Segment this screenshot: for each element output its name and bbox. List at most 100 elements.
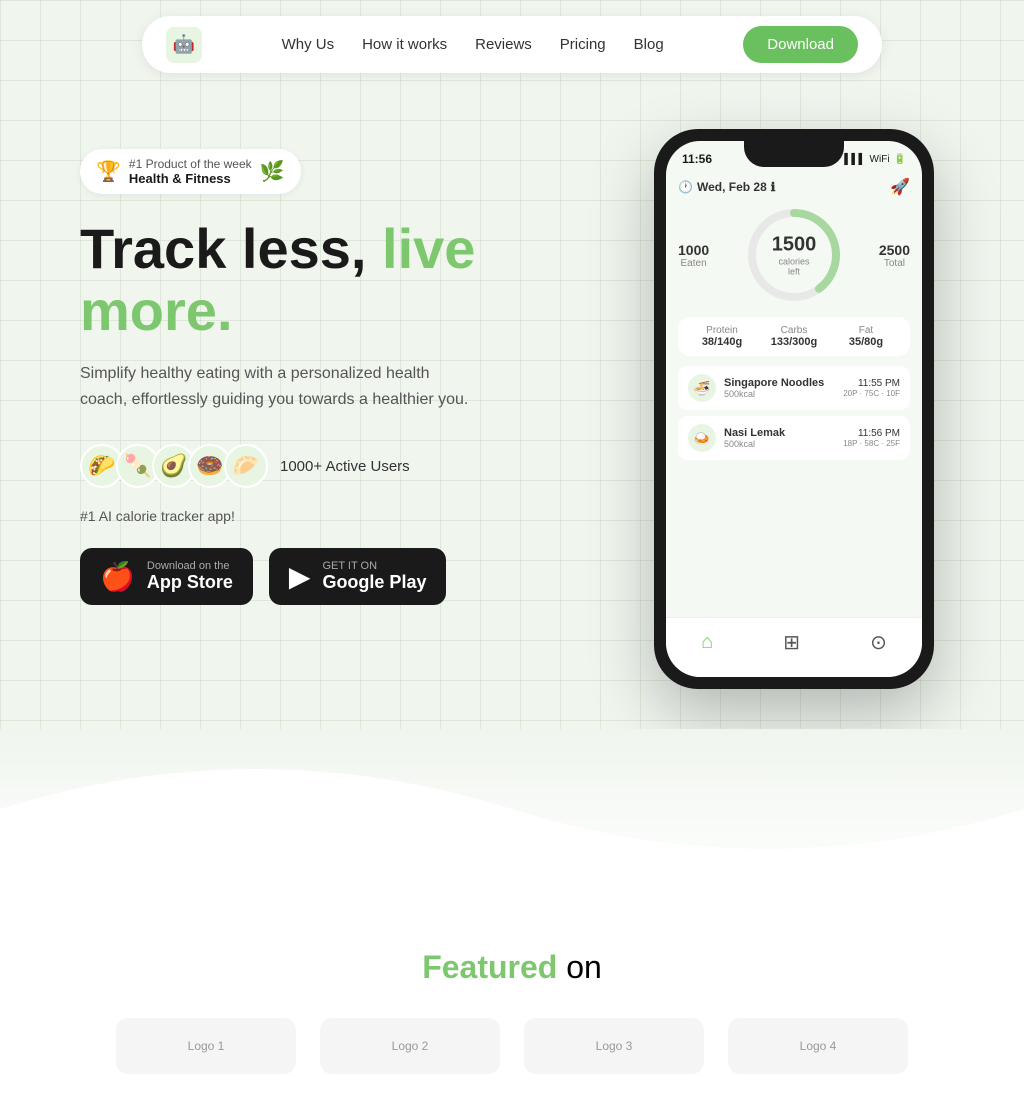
- google-play-button[interactable]: ▶ GET IT ON Google Play: [269, 548, 447, 605]
- calories-total-label: Total: [879, 258, 910, 269]
- google-play-main: Google Play: [322, 572, 426, 593]
- calories-total-num: 2500: [879, 242, 910, 258]
- featured-logo-3: Logo 3: [524, 1018, 704, 1074]
- meal-item-1: 🍜 Singapore Noodles 500kcal 11:55 PM 20P…: [678, 366, 910, 410]
- wave-transition: [0, 729, 1024, 889]
- calories-eaten-num: 1000: [678, 242, 709, 258]
- meal-2-time-block: 11:56 PM 18P · 58C · 25F: [843, 428, 900, 448]
- app-store-main: App Store: [147, 572, 233, 593]
- phone-screen: 11:56 ▌▌▌ WiFi 🔋 🕐 Wed, Feb 28 ℹ: [666, 141, 922, 677]
- google-play-text: GET IT ON Google Play: [322, 560, 426, 593]
- google-play-sub: GET IT ON: [322, 560, 426, 572]
- clock-icon: 🕐: [678, 180, 693, 194]
- app-store-text: Download on the App Store: [147, 560, 233, 593]
- nav-why-us[interactable]: Why Us: [282, 36, 335, 53]
- meal-1-macros: 20P · 75C · 10F: [843, 389, 900, 398]
- logo-icon: 🤖: [166, 27, 202, 63]
- calories-left-label2: left: [772, 267, 817, 277]
- macro-protein: Protein 38/140g: [686, 325, 758, 348]
- featured-logo-2: Logo 2: [320, 1018, 500, 1074]
- meal-1-time: 11:55 PM: [843, 378, 900, 389]
- featured-logo-1: Logo 1: [116, 1018, 296, 1074]
- meal-2-info: Nasi Lemak 500kcal: [724, 427, 835, 449]
- phone-date-row: 🕐 Wed, Feb 28 ℹ 🚀: [678, 173, 910, 205]
- phone-time: 11:56: [682, 152, 712, 166]
- hero-section: 🏆 #1 Product of the week Health & Fitnes…: [0, 89, 1024, 749]
- calories-eaten: 1000 Eaten: [678, 242, 709, 269]
- meal-1-info: Singapore Noodles 500kcal: [724, 377, 835, 399]
- nav-links: Why Us How it works Reviews Pricing Blog: [282, 36, 664, 53]
- calorie-ring: 1500 calories left: [744, 205, 844, 305]
- nav-profile-icon: ⊙: [870, 630, 887, 655]
- logo[interactable]: 🤖: [166, 27, 202, 63]
- hero-subtitle: Simplify healthy eating with a personali…: [80, 361, 480, 412]
- phone-notch: [744, 141, 844, 167]
- macro-protein-name: Protein: [686, 325, 758, 336]
- nav-how-it-works[interactable]: How it works: [362, 36, 447, 53]
- ai-label: #1 AI calorie tracker app!: [80, 508, 624, 524]
- phone-content: 🕐 Wed, Feb 28 ℹ 🚀 1000 Eaten: [666, 173, 922, 474]
- signal-icon: ▌▌▌: [844, 154, 865, 165]
- calories-left-num: 1500: [772, 234, 817, 257]
- info-icon: ℹ: [771, 180, 776, 194]
- wifi-icon: WiFi: [870, 154, 890, 165]
- phone-mockup: 11:56 ▌▌▌ WiFi 🔋 🕐 Wed, Feb 28 ℹ: [654, 129, 934, 689]
- user-avatars-row: 🌮 🍡 🥑 🍩 🥟 1000+ Active Users: [80, 444, 624, 488]
- featured-title-green: Featured: [422, 949, 557, 985]
- featured-title-black: on: [566, 949, 602, 985]
- macro-carbs-name: Carbs: [758, 325, 830, 336]
- featured-logos: Logo 1 Logo 2 Logo 3 Logo 4: [40, 1018, 984, 1074]
- apple-icon: 🍎: [100, 560, 135, 593]
- meal-1-time-block: 11:55 PM 20P · 75C · 10F: [843, 378, 900, 398]
- calories-left-label: calories: [772, 257, 817, 267]
- badge-category: Health & Fitness: [129, 171, 252, 186]
- badge-rank: #1 Product of the week: [129, 157, 252, 171]
- product-badge: 🏆 #1 Product of the week Health & Fitnes…: [80, 149, 301, 194]
- nav-pricing[interactable]: Pricing: [560, 36, 606, 53]
- meal-2-kcal: 500kcal: [724, 439, 835, 449]
- featured-section: Featured on Logo 1 Logo 2 Logo 3 Logo 4: [0, 889, 1024, 1114]
- calories-total: 2500 Total: [879, 242, 910, 269]
- google-play-icon: ▶: [289, 560, 311, 593]
- navbar: 🤖 Why Us How it works Reviews Pricing Bl…: [142, 16, 882, 73]
- featured-title: Featured on: [40, 949, 984, 986]
- macro-fat-val: 35/80g: [830, 336, 902, 348]
- macro-carbs-val: 133/300g: [758, 336, 830, 348]
- active-users-label: 1000+ Active Users: [280, 458, 410, 475]
- calories-eaten-label: Eaten: [678, 258, 709, 269]
- hero-title-black: Track less,: [80, 217, 366, 280]
- phone-date: 🕐 Wed, Feb 28 ℹ: [678, 180, 775, 194]
- badge-laurel-left: 🏆: [96, 159, 121, 184]
- nav-download-button[interactable]: Download: [743, 26, 858, 63]
- avatar-5: 🥟: [224, 444, 268, 488]
- meal-2-macros: 18P · 58C · 25F: [843, 439, 900, 448]
- macro-fat-name: Fat: [830, 325, 902, 336]
- phone-bottom-nav: ⌂ ⊞ ⊙: [666, 617, 922, 677]
- nav-home-icon: ⌂: [701, 631, 713, 654]
- meal-1-icon: 🍜: [688, 374, 716, 402]
- avatar-stack: 🌮 🍡 🥑 🍩 🥟: [80, 444, 268, 488]
- meal-2-icon: 🍛: [688, 424, 716, 452]
- hero-right: 11:56 ▌▌▌ WiFi 🔋 🕐 Wed, Feb 28 ℹ: [644, 129, 944, 689]
- nav-reviews[interactable]: Reviews: [475, 36, 532, 53]
- battery-icon: 🔋: [894, 154, 906, 165]
- meal-2-time: 11:56 PM: [843, 428, 900, 439]
- meal-item-2: 🍛 Nasi Lemak 500kcal 11:56 PM 18P · 58C …: [678, 416, 910, 460]
- macro-protein-val: 38/140g: [686, 336, 758, 348]
- calorie-center: 1500 calories left: [772, 234, 817, 277]
- rocket-icon: 🚀: [890, 177, 910, 197]
- meal-1-kcal: 500kcal: [724, 389, 835, 399]
- hero-left: 🏆 #1 Product of the week Health & Fitnes…: [80, 129, 624, 605]
- meal-1-name: Singapore Noodles: [724, 377, 835, 389]
- store-buttons: 🍎 Download on the App Store ▶ GET IT ON …: [80, 548, 624, 605]
- hero-title: Track less, live more.: [80, 218, 624, 341]
- app-store-button[interactable]: 🍎 Download on the App Store: [80, 548, 253, 605]
- app-store-sub: Download on the: [147, 560, 233, 572]
- badge-laurel-right: 🌿: [260, 159, 285, 184]
- featured-logo-4: Logo 4: [728, 1018, 908, 1074]
- nav-add-icon: ⊞: [783, 630, 800, 655]
- macro-carbs: Carbs 133/300g: [758, 325, 830, 348]
- calorie-section: 1000 Eaten 1500 calories left: [678, 205, 910, 305]
- nav-blog[interactable]: Blog: [634, 36, 664, 53]
- macro-fat: Fat 35/80g: [830, 325, 902, 348]
